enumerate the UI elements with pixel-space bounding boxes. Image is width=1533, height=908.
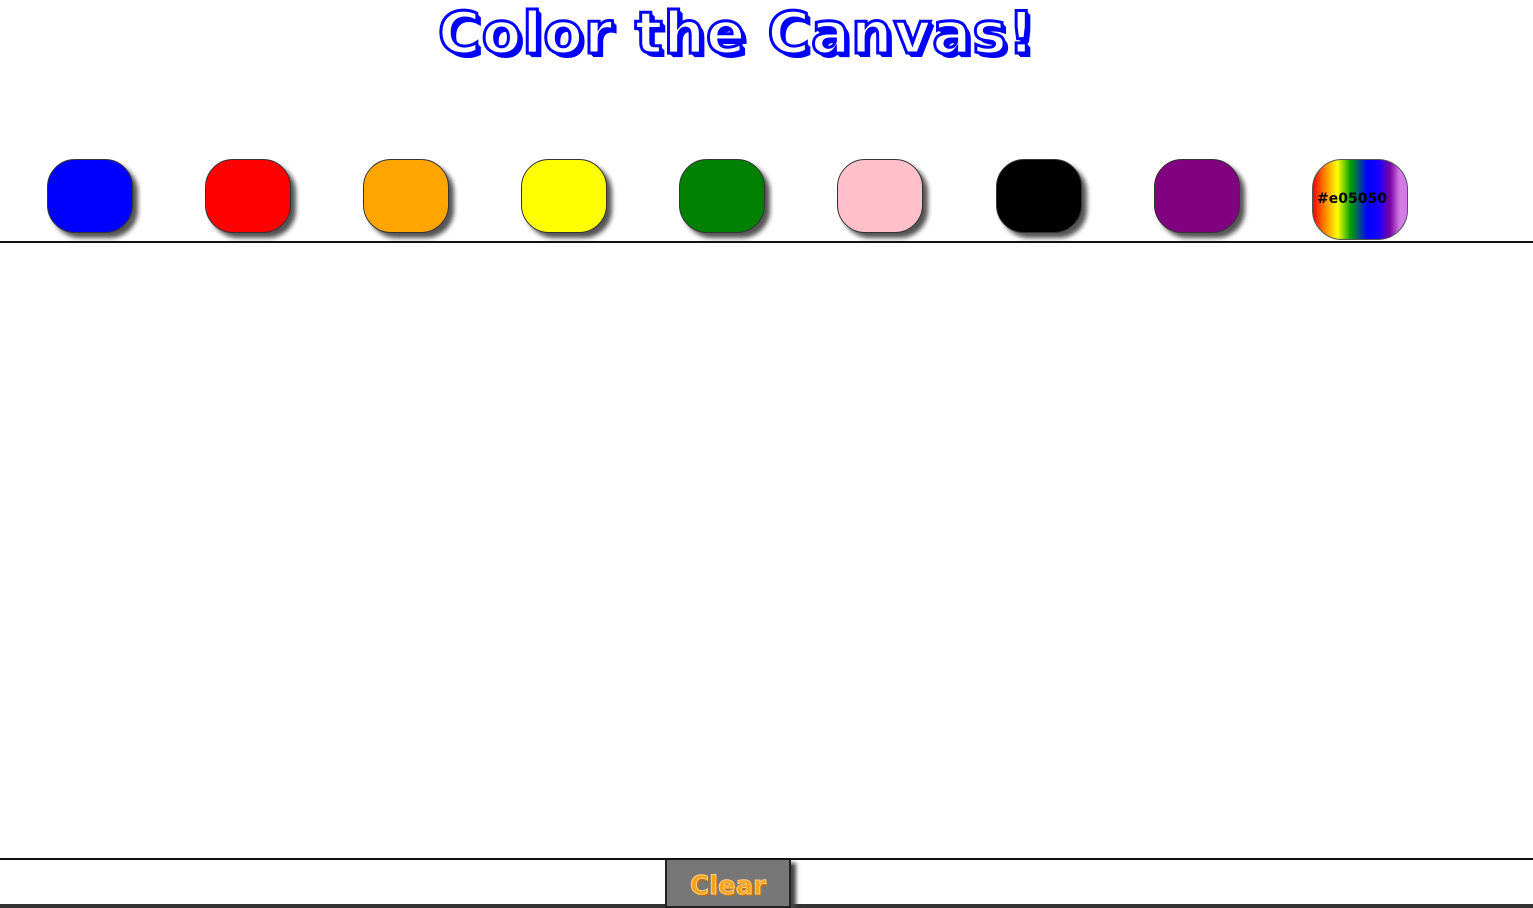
color-swatch-yellow[interactable] (521, 159, 607, 233)
color-swatch-green[interactable] (679, 159, 765, 233)
color-swatch-purple[interactable] (1154, 159, 1240, 233)
color-swatch-blue[interactable] (47, 159, 133, 233)
custom-color-value: #e05050 (1317, 191, 1387, 207)
color-swatch-orange[interactable] (363, 159, 449, 233)
app-page: Color the Canvas! #e05050 Clear (0, 0, 1533, 908)
color-palette: #e05050 (0, 0, 1533, 242)
clear-button[interactable]: Clear (665, 860, 791, 908)
color-swatch-pink[interactable] (837, 159, 923, 233)
color-swatch-red[interactable] (205, 159, 291, 233)
custom-color-picker[interactable]: #e05050 (1312, 159, 1408, 240)
color-swatch-black[interactable] (996, 159, 1082, 233)
drawing-canvas[interactable] (0, 243, 1533, 859)
